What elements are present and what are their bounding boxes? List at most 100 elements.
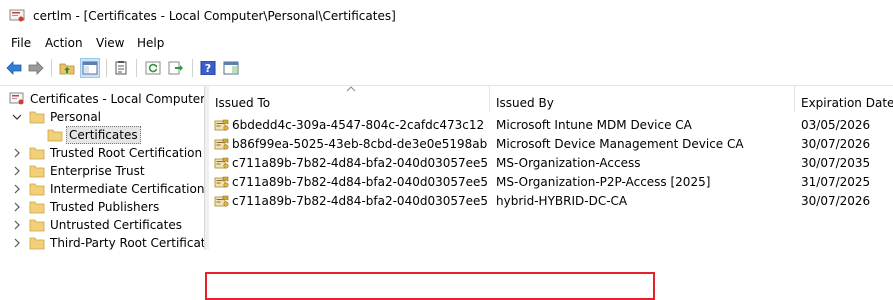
title-bar: certlm - [Certificates - Local Computer\… (0, 0, 893, 33)
chevron-down-icon[interactable] (12, 111, 22, 123)
cell-issued-to: c711a89b-7b82-4d84-bfa2-040d03057ee5 (232, 156, 489, 170)
back-button[interactable] (4, 58, 24, 78)
menu-help[interactable]: Help (137, 36, 164, 50)
tree-item-label: Third-Party Root Certification (50, 236, 204, 250)
tree-item-enterprise-trust[interactable]: Enterprise Trust (0, 162, 204, 180)
cell-issued-by: hybrid-HYBRID-DC-CA (496, 194, 628, 208)
cell-issued-by: Microsoft Intune MDM Device CA (496, 118, 692, 132)
certificate-key-icon (214, 138, 229, 150)
tree-item-label: Untrusted Certificates (50, 218, 182, 232)
console-tree: Certificates - Local Computer Personal C… (0, 86, 205, 250)
chevron-right-icon[interactable] (12, 219, 22, 231)
tree-item-trusted-root[interactable]: Trusted Root Certification Au (0, 144, 205, 162)
cell-expiration-date: 31/07/2025 (801, 175, 871, 189)
show-hide-console-tree-button[interactable] (80, 58, 100, 78)
certificate-list: Issued To Issued By Expiration Date 6bde… (209, 86, 893, 250)
folder-icon (29, 201, 45, 214)
help-button[interactable]: ? (198, 58, 218, 78)
folder-icon (29, 147, 45, 160)
window-title: certlm - [Certificates - Local Computer\… (33, 9, 396, 23)
help-icon: ? (200, 61, 216, 75)
toolbar-separator (51, 59, 52, 77)
folder-icon (29, 111, 45, 124)
forward-button[interactable] (26, 58, 46, 78)
menu-action[interactable]: Action (45, 36, 83, 50)
toolbar-separator (106, 59, 107, 77)
forward-arrow-icon (28, 61, 44, 75)
cell-issued-to: 6bdedd4c-309a-4547-804c-2cafdc473c12 (232, 118, 485, 132)
cell-issued-to: c711a89b-7b82-4d84-bfa2-040d03057ee5 (232, 175, 489, 189)
tree-item-third-party-root[interactable]: Third-Party Root Certification (0, 234, 204, 250)
folder-icon (29, 183, 45, 196)
column-header-expiration-date[interactable]: Expiration Date (795, 86, 893, 112)
tree-item-personal[interactable]: Personal (0, 108, 204, 126)
up-one-level-button[interactable] (57, 58, 77, 78)
chevron-right-icon[interactable] (12, 183, 22, 195)
cell-issued-to: b86f99ea-5025-43eb-8cbd-de3e0e5198ab (232, 137, 488, 151)
column-header-label: Expiration Date (801, 96, 893, 110)
chevron-right-icon[interactable] (12, 237, 22, 249)
table-row[interactable]: c711a89b-7b82-4d84-bfa2-040d03057ee5 MS-O… (209, 154, 893, 172)
table-row[interactable]: c711a89b-7b82-4d84-bfa2-040d03057ee5 MS-O… (209, 173, 893, 191)
tree-item-untrusted[interactable]: Untrusted Certificates (0, 216, 204, 234)
certificate-key-icon (214, 157, 229, 169)
chevron-right-icon[interactable] (12, 201, 22, 213)
highlight-box (205, 272, 655, 300)
column-header-label: Issued By (496, 96, 554, 110)
table-row[interactable]: c711a89b-7b82-4d84-bfa2-040d03057ee5 hybr… (209, 192, 893, 210)
tree-item-label: Trusted Publishers (50, 200, 160, 214)
refresh-icon (145, 61, 161, 75)
cell-expiration-date: 30/07/2035 (801, 156, 871, 170)
certificates-snapin-icon (9, 92, 24, 105)
tree-item-label: Certificates - Local Computer (30, 92, 205, 106)
export-list-icon (168, 61, 183, 75)
table-row[interactable]: 6bdedd4c-309a-4547-804c-2cafdc473c12 Micr… (209, 116, 893, 134)
show-action-pane-button[interactable] (221, 58, 241, 78)
svg-text:?: ? (205, 62, 211, 75)
folder-icon (29, 219, 45, 232)
cell-issued-to: c711a89b-7b82-4d84-bfa2-040d03057ee5 (232, 194, 489, 208)
table-row[interactable]: b86f99ea-5025-43eb-8cbd-de3e0e5198ab Micr… (209, 135, 893, 153)
tree-item-label: Certificates (66, 126, 141, 144)
column-header-label: Issued To (215, 96, 271, 110)
sort-ascending-icon (346, 86, 356, 92)
show-hide-console-tree-icon (82, 61, 98, 75)
cell-issued-by: MS-Organization-P2P-Access [2025] (496, 175, 711, 189)
column-header-issued-by[interactable]: Issued By (490, 86, 795, 112)
tree-item-certificates[interactable]: Certificates (0, 126, 204, 144)
folder-icon (29, 237, 45, 250)
refresh-button[interactable] (143, 58, 163, 78)
export-list-button[interactable] (166, 58, 186, 78)
menu-bar: File Action View Help (0, 33, 893, 53)
properties-button[interactable] (111, 58, 131, 78)
properties-icon (115, 61, 127, 75)
toolbar-separator (192, 59, 193, 77)
tree-item-label: Enterprise Trust (50, 164, 145, 178)
cell-issued-by: MS-Organization-Access (496, 156, 641, 170)
certlm-app-icon (9, 9, 25, 22)
column-header-issued-to[interactable]: Issued To (209, 86, 490, 112)
toolbar-separator (136, 59, 137, 77)
menu-view[interactable]: View (96, 36, 124, 50)
certificate-key-icon (214, 195, 229, 207)
main-panes: Certificates - Local Computer Personal C… (0, 85, 893, 300)
back-arrow-icon (6, 61, 22, 75)
certificate-key-icon (214, 176, 229, 188)
cell-expiration-date: 30/07/2026 (801, 137, 871, 151)
tree-item-label: Trusted Root Certification Au (50, 146, 205, 160)
folder-icon (47, 129, 63, 142)
folder-icon (29, 165, 45, 178)
tree-item-trusted-publishers[interactable]: Trusted Publishers (0, 198, 204, 216)
tree-item-label: Personal (50, 110, 102, 124)
cell-expiration-date: 30/07/2026 (801, 194, 871, 208)
action-pane-icon (223, 61, 239, 75)
chevron-right-icon[interactable] (12, 165, 22, 177)
cell-expiration-date: 03/05/2026 (801, 118, 871, 132)
up-folder-icon (59, 63, 75, 75)
tree-item-label: Intermediate Certification Au (50, 182, 205, 196)
chevron-right-icon[interactable] (12, 147, 22, 159)
menu-file[interactable]: File (11, 36, 31, 50)
tree-item-intermediate[interactable]: Intermediate Certification Au (0, 180, 205, 198)
cell-issued-by: Microsoft Device Management Device CA (496, 137, 744, 151)
tree-item-certificates-local-computer[interactable]: Certificates - Local Computer (0, 90, 205, 108)
